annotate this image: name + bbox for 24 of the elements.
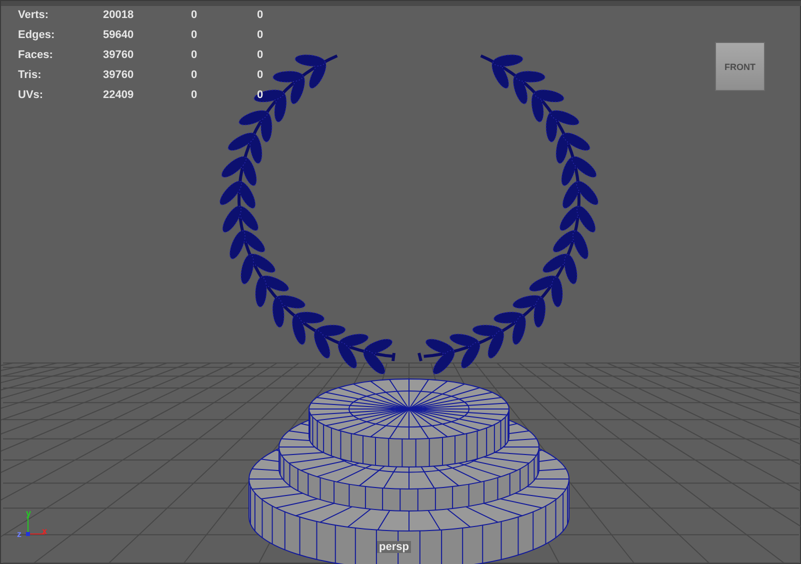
stat-label: Verts: — [18, 9, 50, 21]
stat-value: 20018 — [103, 9, 135, 21]
camera-label: persp — [377, 541, 411, 553]
stat-value: 0 — [257, 49, 264, 61]
stat-label: UVs: — [18, 89, 44, 101]
stat-value: 0 — [257, 69, 264, 81]
stat-label: Faces: — [18, 49, 54, 61]
axis-label: x — [42, 527, 48, 536]
stat-value: 59640 — [103, 29, 135, 41]
stat-value: 0 — [191, 29, 198, 41]
stat-label: Tris: — [18, 69, 42, 81]
axis-label: z — [17, 530, 22, 539]
stat-value: 0 — [191, 49, 198, 61]
stat-value: 39760 — [103, 49, 135, 61]
stat-value: 22409 — [103, 89, 135, 101]
stat-value: 0 — [257, 89, 264, 101]
stat-value: 0 — [191, 89, 198, 101]
stat-value: 0 — [257, 29, 264, 41]
view-cube[interactable]: FRONT — [715, 42, 765, 91]
stat-label: Edges: — [18, 29, 56, 41]
stat-value: 39760 — [103, 69, 135, 81]
stat-value: 0 — [257, 9, 264, 21]
stat-value: 0 — [191, 9, 198, 21]
stat-value: 0 — [191, 69, 198, 81]
